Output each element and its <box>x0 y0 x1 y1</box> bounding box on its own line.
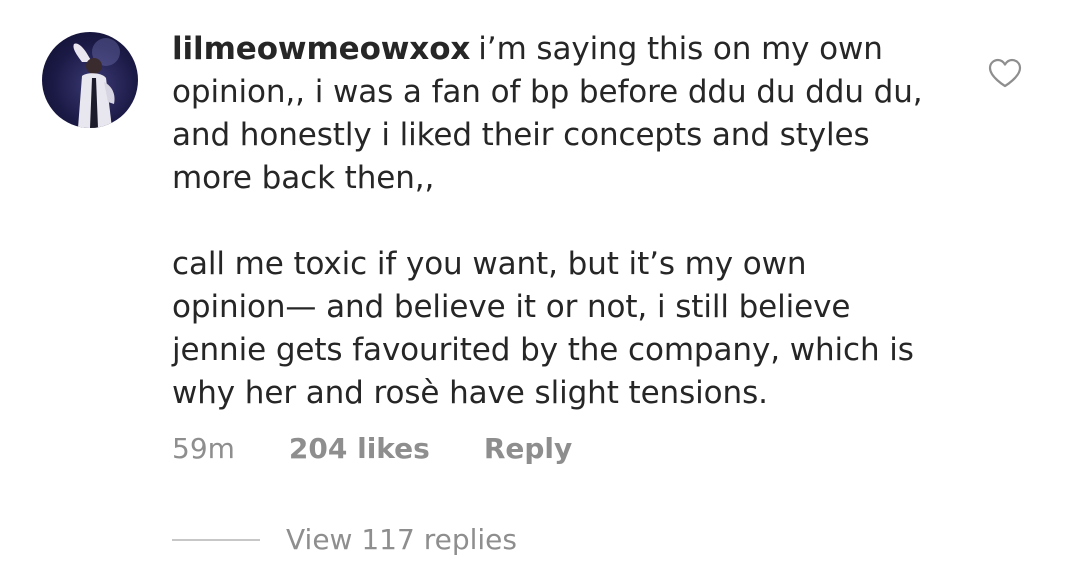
comment-body: lilmeowmeowxox i’m saying this on my own … <box>172 28 962 415</box>
avatar[interactable] <box>42 32 138 128</box>
heart-outline-icon[interactable] <box>988 58 1022 88</box>
likes-count-link[interactable]: 204 likes <box>289 432 430 465</box>
comment: lilmeowmeowxox i’m saying this on my own … <box>0 0 1080 565</box>
view-replies-label: View 117 replies <box>286 523 517 556</box>
reply-button[interactable]: Reply <box>484 432 572 465</box>
avatar-photo-icon <box>73 38 120 128</box>
comment-timestamp: 59m <box>172 432 235 465</box>
comment-paragraph-1: lilmeowmeowxox i’m saying this on my own … <box>172 28 962 200</box>
replies-divider <box>172 538 260 541</box>
username-link[interactable]: lilmeowmeowxox <box>172 31 470 67</box>
comment-paragraph-2: call me toxic if you want, but it’s my o… <box>172 246 914 411</box>
view-replies-button[interactable]: View 117 replies <box>172 523 517 556</box>
comment-meta: 59m 204 likes Reply <box>172 432 572 465</box>
